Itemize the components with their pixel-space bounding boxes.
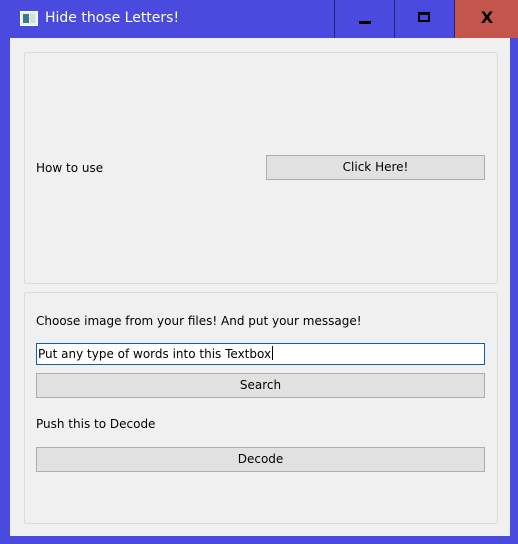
how-to-use-label: How to use [36, 161, 104, 175]
minimize-button[interactable] [334, 0, 394, 38]
message-input[interactable]: Put any type of words into this Textbox [36, 343, 485, 365]
encode-group-box: Choose image from your files! And put yo… [24, 292, 498, 524]
app-window-icon [20, 11, 38, 26]
choose-image-label: Choose image from your files! And put yo… [36, 314, 362, 328]
maximize-button[interactable] [394, 0, 454, 38]
message-input-value: Put any type of words into this Textbox [38, 347, 272, 361]
click-here-button[interactable]: Click Here! [266, 155, 485, 180]
decode-label: Push this to Decode [36, 417, 156, 431]
app-window: Hide those Letters! X How to use Click H… [0, 0, 518, 544]
help-group-box: How to use Click Here! [24, 52, 498, 284]
window-title: Hide those Letters! [45, 10, 180, 26]
search-button[interactable]: Search [36, 373, 485, 398]
decode-button[interactable]: Decode [36, 447, 485, 472]
close-icon: X [480, 8, 494, 27]
title-bar[interactable]: Hide those Letters! X [0, 0, 518, 38]
client-area: How to use Click Here! Choose image from… [10, 38, 510, 536]
text-caret [272, 346, 274, 360]
close-button[interactable]: X [454, 0, 518, 38]
minimize-icon [359, 21, 371, 24]
maximize-icon [418, 12, 430, 22]
